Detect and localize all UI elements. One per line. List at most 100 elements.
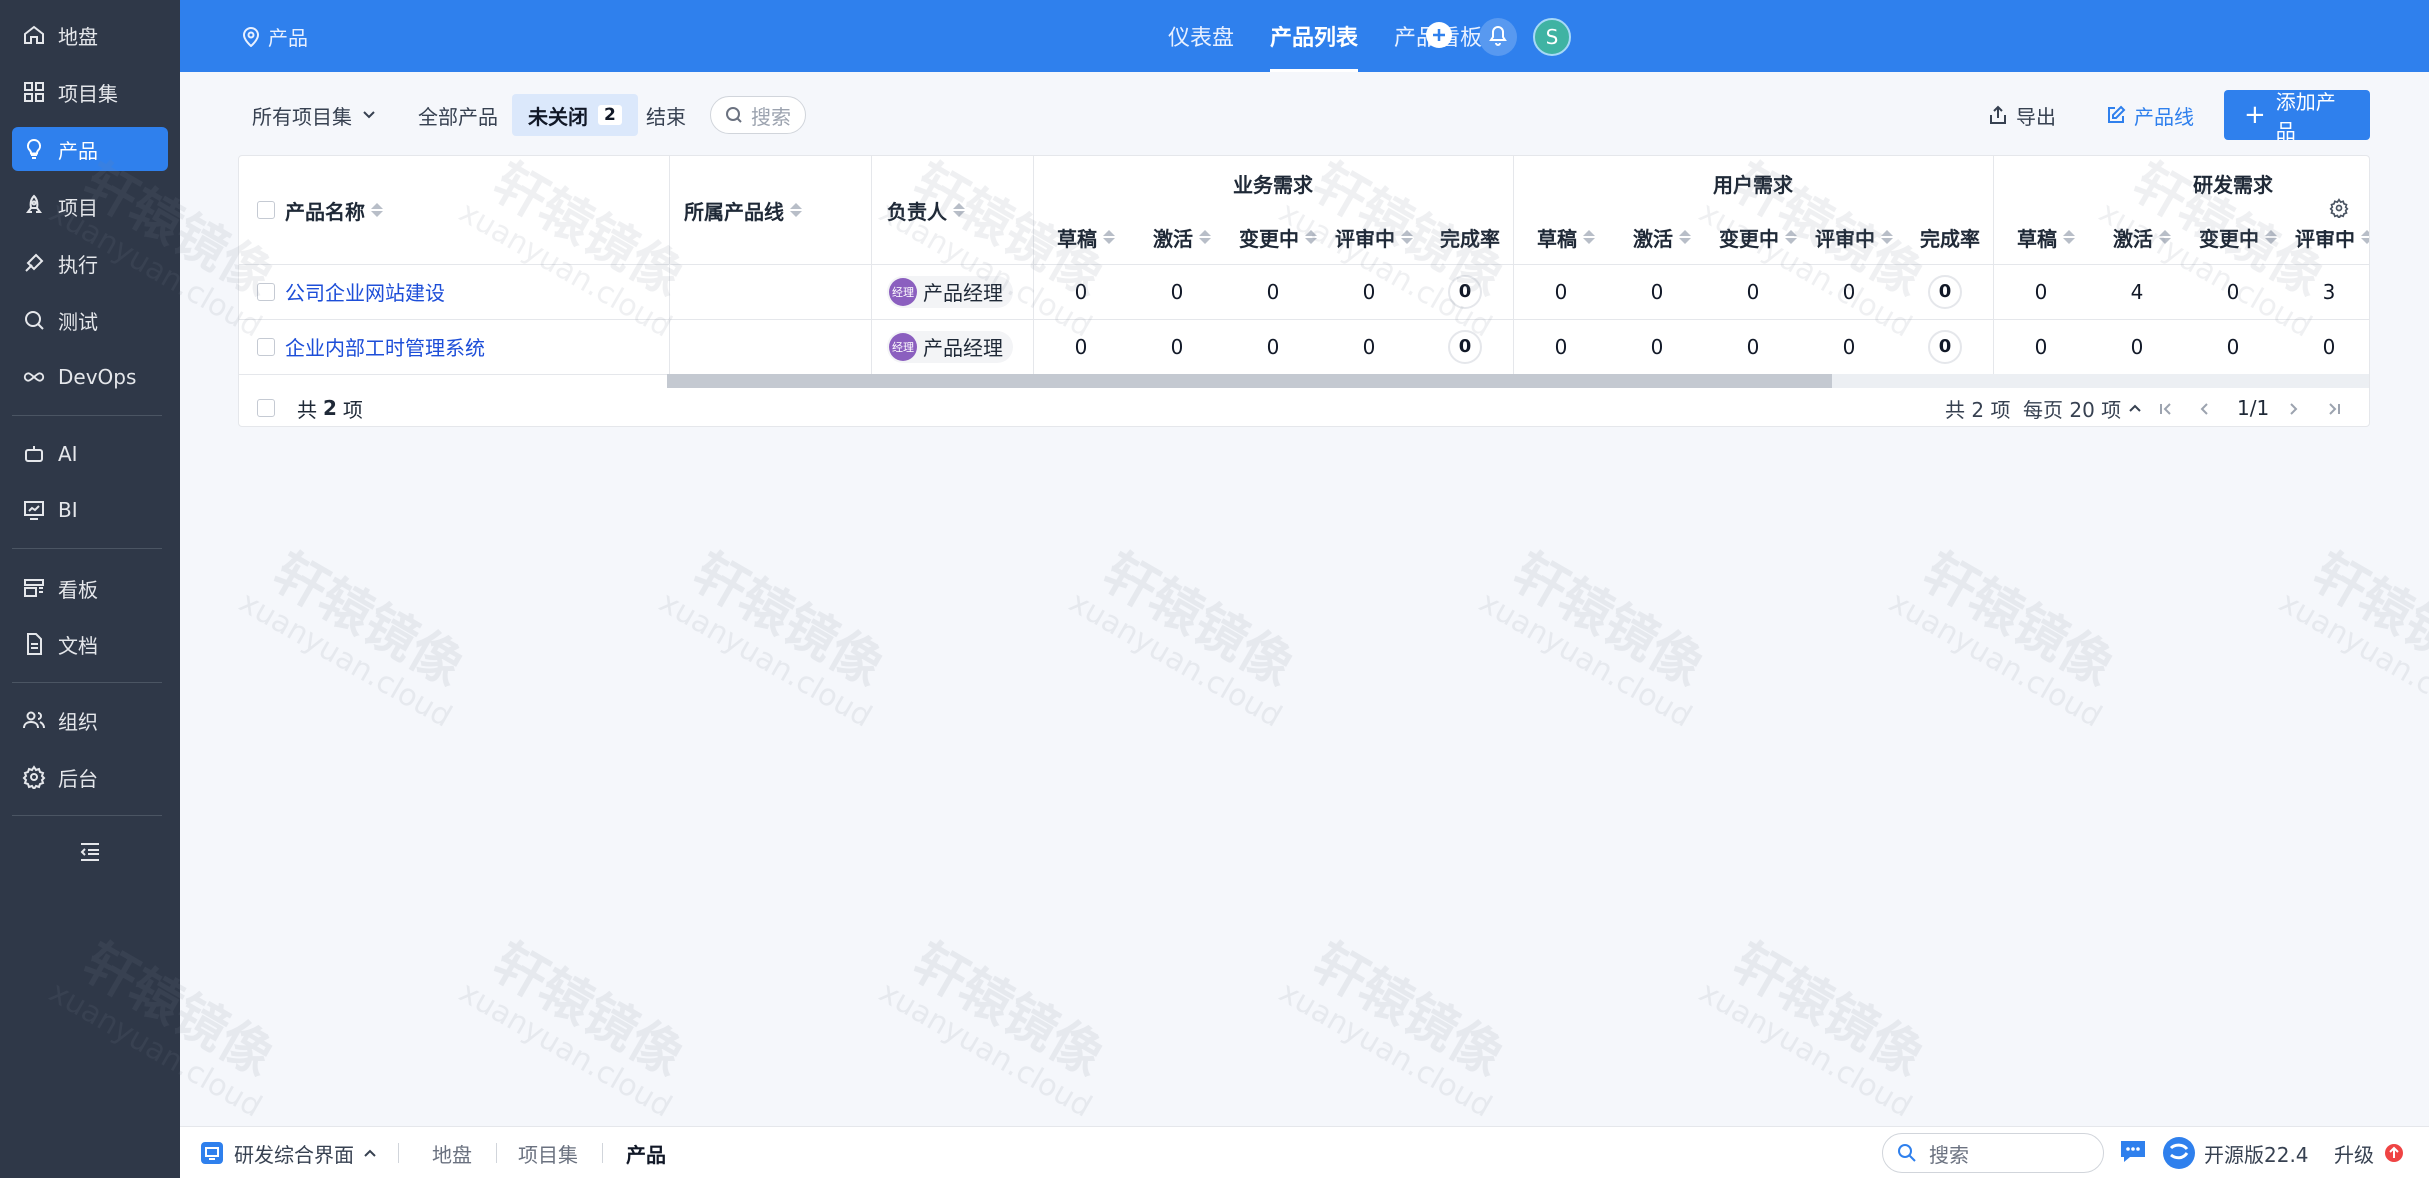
breadcrumb[interactable]: 产品 (242, 22, 308, 51)
kanban-icon (22, 576, 46, 600)
user-avatar[interactable]: S (1533, 18, 1571, 56)
scrollbar-thumb[interactable] (667, 374, 1832, 388)
subcolumn-label: 完成率 (1440, 226, 1500, 251)
subcolumn-header[interactable]: 草稿 (2003, 220, 2089, 254)
tab-product-list[interactable]: 产品列表 (1252, 0, 1376, 72)
infinity-icon (22, 365, 46, 389)
upgrade-button[interactable]: 升级 (2334, 1127, 2404, 1178)
sidebar-item-label: BI (58, 498, 78, 522)
chevron-right-icon (2289, 396, 2299, 420)
watermark: 轩辕镜像xuanyuan.cloud (2273, 536, 2429, 734)
export-button[interactable]: 导出 (1988, 94, 2056, 136)
sidebar-item-programs[interactable]: 项目集 (12, 70, 168, 114)
sidebar-item-dashboard[interactable]: 地盘 (12, 13, 168, 57)
subcolumn-header[interactable]: 激活 (2099, 220, 2185, 254)
select-all-checkbox[interactable] (257, 201, 275, 219)
program-filter-dropdown[interactable]: 所有项目集 (252, 94, 376, 136)
product-line-button[interactable]: 产品线 (2106, 94, 2194, 136)
row-checkbox[interactable] (257, 282, 275, 301)
sidebar-item-kanban[interactable]: 看板 (12, 566, 168, 610)
owner-name: 产品经理 (923, 281, 1003, 305)
magnifier-icon (22, 308, 46, 332)
chat-button[interactable] (2118, 1127, 2148, 1178)
count-cell: 0 (2034, 279, 2048, 304)
watermark-title: 轩辕镜像 (1303, 932, 1514, 1089)
completion-ring: 0 (1928, 329, 1962, 364)
watermark: 轩辕镜像xuanyuan.cloud (453, 926, 705, 1124)
total-prefix: 共 (297, 397, 317, 422)
subcolumn-header[interactable]: 完成率 (1907, 220, 1993, 254)
subcolumn-header[interactable]: 评审中 (1331, 220, 1417, 254)
sidebar-item-projects[interactable]: 项目 (12, 184, 168, 228)
table-footer-left: 共 2 项 (257, 388, 363, 426)
footer-crumb-dashboard[interactable]: 地盘 (432, 1127, 472, 1178)
owner-chip[interactable]: 经理 产品经理 (887, 330, 1013, 363)
column-header-name[interactable]: 产品名称 (257, 190, 383, 230)
sidebar-item-bi[interactable]: BI (12, 488, 168, 532)
filter-all-products[interactable]: 全部产品 (418, 94, 498, 136)
sidebar-item-ai[interactable]: AI (12, 432, 168, 476)
subcolumn-header[interactable]: 激活 (1619, 220, 1705, 254)
subcolumn-header[interactable]: 激活 (1139, 220, 1225, 254)
product-name-link[interactable]: 公司企业网站建设 (285, 277, 445, 306)
sort-icon (1401, 230, 1413, 244)
sidebar-item-admin[interactable]: 后台 (12, 755, 168, 799)
subcolumn-label: 激活 (2113, 226, 2153, 251)
column-header-product-line[interactable]: 所属产品线 (684, 190, 802, 230)
subcolumn-header[interactable]: 变更中 (1235, 220, 1321, 254)
count-cell: 0 (1266, 279, 1280, 304)
subcolumn-label: 评审中 (1335, 226, 1395, 251)
subcolumn-header[interactable]: 变更中 (1715, 220, 1801, 254)
page-size-dropdown[interactable]: 每页 20 项 (2023, 388, 2141, 426)
subcolumn-header[interactable]: 变更中 (2195, 220, 2281, 254)
horizontal-scrollbar[interactable] (667, 374, 2369, 388)
global-search-input[interactable]: 搜索 (1882, 1133, 2104, 1173)
completion-rate-cell: 0 (1897, 264, 1993, 319)
subcolumn-header[interactable]: 完成率 (1427, 220, 1513, 254)
count-cell: 0 (2322, 334, 2336, 359)
count-cell: 0 (1746, 334, 1760, 359)
owner-chip[interactable]: 经理 产品经理 (887, 275, 1013, 308)
watermark-title: 轩辕镜像 (483, 932, 694, 1089)
last-page-icon (2327, 396, 2341, 420)
add-product-button[interactable]: + 添加产品 (2224, 90, 2370, 143)
subcolumn-header[interactable]: 评审中 (1811, 220, 1897, 254)
sidebar-item-execution[interactable]: 执行 (12, 241, 168, 285)
quick-add-button[interactable] (1420, 18, 1458, 56)
sidebar-item-testing[interactable]: 测试 (12, 298, 168, 342)
select-all-checkbox-footer[interactable] (257, 399, 275, 417)
table-row[interactable]: 企业内部工时管理系统 经理 产品经理 0 0 0 0 0 0 0 0 0 0 0 0 0 0 (239, 319, 2369, 374)
document-icon (22, 632, 46, 656)
collapse-sidebar-button[interactable] (76, 840, 104, 868)
subcolumn-header[interactable]: 草稿 (1523, 220, 1609, 254)
footer-crumb-products[interactable]: 产品 (626, 1127, 666, 1178)
search-box[interactable]: 搜索 (710, 96, 806, 134)
footer-crumb-programs[interactable]: 项目集 (518, 1127, 578, 1178)
count-cell: 0 (1554, 279, 1568, 304)
prev-page-button[interactable] (2199, 388, 2209, 426)
sidebar-item-docs[interactable]: 文档 (12, 622, 168, 666)
count-cell: 3 (2322, 279, 2336, 304)
workspace-switcher[interactable]: 研发综合界面 (200, 1127, 376, 1178)
filter-closed[interactable]: 结束 (646, 94, 686, 136)
first-page-button[interactable] (2159, 388, 2173, 426)
watermark-title: 轩辕镜像 (1093, 542, 1304, 699)
completion-rate-cell: 0 (1417, 319, 1513, 374)
watermark-sub: xuanyuan.cloud (452, 974, 678, 1125)
sidebar-item-devops[interactable]: DevOps (12, 355, 168, 399)
tab-dashboard[interactable]: 仪表盘 (1150, 0, 1252, 72)
column-header-owner[interactable]: 负责人 (887, 190, 965, 230)
product-name-link[interactable]: 企业内部工时管理系统 (285, 332, 485, 361)
sidebar-item-org[interactable]: 组织 (12, 698, 168, 742)
subcolumn-header[interactable]: 草稿 (1043, 220, 1129, 254)
version-info[interactable]: 开源版22.4 (2162, 1127, 2309, 1178)
filter-unclosed[interactable]: 未关闭 2 (512, 94, 638, 136)
column-settings-button[interactable] (2319, 190, 2359, 230)
sidebar-item-products[interactable]: 产品 (12, 127, 168, 171)
table-row[interactable]: 公司企业网站建设 经理 产品经理 0 0 0 0 0 0 0 0 0 0 0 4 0 3 (239, 264, 2369, 319)
last-page-button[interactable] (2327, 388, 2341, 426)
row-checkbox[interactable] (257, 337, 275, 356)
sort-icon (2159, 230, 2171, 244)
notifications-button[interactable] (1479, 18, 1517, 56)
next-page-button[interactable] (2289, 388, 2299, 426)
